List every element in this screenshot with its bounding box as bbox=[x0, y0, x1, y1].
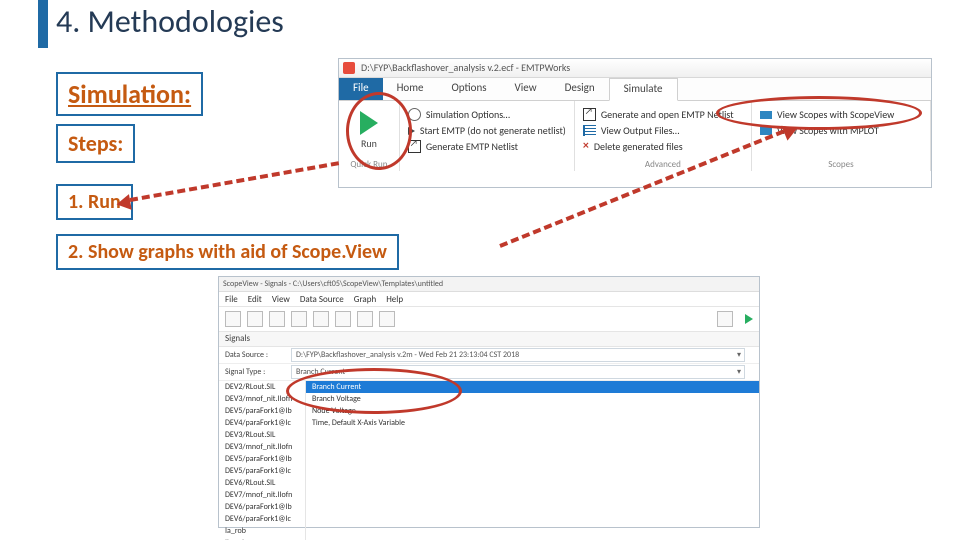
toolbar-button[interactable] bbox=[291, 311, 307, 327]
x-icon: × bbox=[583, 142, 589, 151]
signal-item[interactable]: DEV6/paraFork1@Ic bbox=[219, 513, 305, 525]
delete-generated-files[interactable]: ×Delete generated files bbox=[583, 140, 743, 153]
simulation-options[interactable]: Simulation Options… bbox=[408, 108, 566, 121]
menu-edit[interactable]: Edit bbox=[248, 294, 262, 305]
tab-options[interactable]: Options bbox=[438, 78, 501, 100]
signals-section-header: Signals bbox=[219, 332, 759, 347]
scopeview-titlebar: ScopeView - Signals - C:\Users\cft05\Sco… bbox=[219, 277, 759, 292]
annotation-circle-signal-type bbox=[286, 368, 462, 414]
scopeview-menubar: File Edit View Data Source Graph Help bbox=[219, 292, 759, 307]
list-icon bbox=[583, 125, 596, 136]
generate-netlist[interactable]: Generate EMTP Netlist bbox=[408, 140, 566, 153]
slide-title: 4. Methodologies bbox=[56, 2, 284, 41]
tab-design[interactable]: Design bbox=[551, 78, 609, 100]
play-icon[interactable] bbox=[745, 314, 753, 324]
group-quick-run-items: Simulation Options… Start EMTP (do not g… bbox=[400, 101, 575, 171]
annotation-arrow-run bbox=[130, 161, 339, 202]
menu-view[interactable]: View bbox=[272, 294, 290, 305]
view-output-files[interactable]: View Output Files… bbox=[583, 124, 743, 137]
data-source-row: Data Source : D:\FYP\Backflashover_analy… bbox=[219, 347, 759, 364]
group-advanced-label: Advanced bbox=[575, 159, 751, 170]
signal-item[interactable]: DEV7/mnof_nit.IIofn bbox=[219, 489, 305, 501]
data-source-label: Data Source : bbox=[219, 350, 291, 360]
slide-accent-bar bbox=[38, 0, 48, 48]
signal-item[interactable]: DEV3/mnof_nit.IIofn bbox=[219, 441, 305, 453]
group-scopes-label: Scopes bbox=[752, 159, 930, 170]
toolbar-button[interactable] bbox=[247, 311, 263, 327]
data-source-combo[interactable]: D:\FYP\Backflashover_analysis v.2m - Wed… bbox=[291, 348, 745, 362]
label-simulation: Simulation: bbox=[56, 72, 203, 116]
tab-simulate[interactable]: Simulate bbox=[609, 78, 678, 101]
toolbar-button[interactable] bbox=[313, 311, 329, 327]
signal-item[interactable]: DEV5/paraFork1@Ib bbox=[219, 405, 305, 417]
signal-type-option[interactable]: Time, Default X-Axis Variable bbox=[306, 417, 759, 429]
emtpworks-titlebar: D:\FYP\Backflashover_analysis v.2.ecf - … bbox=[339, 59, 931, 78]
signal-item[interactable]: Ia_rob bbox=[219, 525, 305, 537]
signals-list: DEV2/RLout.SILDEV3/mnof_nit.IIofnDEV5/pa… bbox=[219, 381, 759, 540]
toolbar-button[interactable] bbox=[379, 311, 395, 327]
menu-graph[interactable]: Graph bbox=[354, 294, 376, 305]
annotation-circle-scopes bbox=[716, 96, 922, 130]
scopeview-toolbar bbox=[219, 307, 759, 332]
label-step-scopeview: 2. Show graphs with aid of Scope.View bbox=[56, 234, 399, 270]
annotation-circle-run bbox=[346, 92, 412, 170]
tab-view[interactable]: View bbox=[501, 78, 551, 100]
toolbar-button[interactable] bbox=[357, 311, 373, 327]
export-icon bbox=[583, 108, 596, 121]
toolbar-button[interactable] bbox=[225, 311, 241, 327]
toolbar-button[interactable] bbox=[717, 311, 733, 327]
start-emtp[interactable]: Start EMTP (do not generate netlist) bbox=[408, 124, 566, 137]
signal-item[interactable]: DEV4/paraFork1@Ic bbox=[219, 417, 305, 429]
signal-item[interactable]: DEV5/paraFork1@Ib bbox=[219, 453, 305, 465]
signal-type-label: Signal Type : bbox=[219, 367, 291, 377]
toolbar-button[interactable] bbox=[335, 311, 351, 327]
menu-file[interactable]: File bbox=[225, 294, 238, 305]
toolbar-button[interactable] bbox=[269, 311, 285, 327]
menu-data-source[interactable]: Data Source bbox=[300, 294, 344, 305]
signal-item[interactable]: DEV6/paraFork1@Ib bbox=[219, 501, 305, 513]
label-steps: Steps: bbox=[56, 124, 135, 163]
signal-item[interactable]: DEV3/RLout.SIL bbox=[219, 429, 305, 441]
signal-item[interactable]: DEV5/paraFork1@Ic bbox=[219, 465, 305, 477]
signal-item[interactable]: DEV6/RLout.SIL bbox=[219, 477, 305, 489]
menu-help[interactable]: Help bbox=[386, 294, 403, 305]
